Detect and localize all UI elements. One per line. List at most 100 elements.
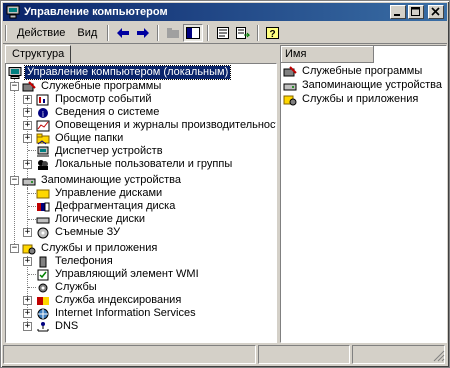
tree-item-logical-drives[interactable]: Логические диски bbox=[36, 213, 147, 226]
status-bar bbox=[3, 345, 447, 364]
tree-item-services-apps[interactable]: Службы и приложения bbox=[22, 242, 159, 255]
tools-icon bbox=[22, 80, 36, 91]
tree-line bbox=[28, 219, 36, 220]
expand-toggle[interactable]: + bbox=[23, 95, 32, 104]
collapse-toggle[interactable]: − bbox=[10, 82, 19, 91]
back-arrow-icon bbox=[117, 28, 130, 38]
expand-toggle[interactable]: + bbox=[23, 134, 32, 143]
tree-line bbox=[28, 287, 36, 288]
logical-drives-icon bbox=[36, 217, 50, 223]
tree-item-defrag[interactable]: Дефрагментация диска bbox=[36, 200, 177, 213]
up-level-button[interactable] bbox=[163, 24, 183, 42]
tree-item-event-viewer[interactable]: Просмотр событий bbox=[36, 93, 154, 106]
tree-item-indexing[interactable]: Служба индексирования bbox=[36, 294, 183, 307]
expand-toggle[interactable]: + bbox=[23, 228, 32, 237]
tree-item-root[interactable]: Управление компьютером (локальным) bbox=[8, 65, 232, 80]
tab-strip: Структура bbox=[3, 45, 276, 64]
tree-pane[interactable]: Управление компьютером (локальным) − Слу… bbox=[5, 63, 277, 343]
details-pane[interactable]: Имя Служебные программы Запоминающие уст… bbox=[280, 45, 447, 343]
status-cell-main bbox=[3, 345, 257, 364]
defrag-icon bbox=[37, 202, 50, 211]
expand-toggle[interactable]: + bbox=[23, 108, 32, 117]
tree-item-wmi[interactable]: Управляющий элемент WMI bbox=[36, 268, 201, 281]
tree-line bbox=[28, 206, 36, 207]
show-hide-tree-button[interactable] bbox=[183, 24, 204, 42]
computer-icon bbox=[8, 66, 22, 79]
tree-item-services[interactable]: Службы bbox=[36, 281, 99, 294]
telephony-icon bbox=[39, 256, 47, 267]
tree-item-shared-folders[interactable]: Общие папки bbox=[36, 132, 125, 145]
close-icon bbox=[431, 7, 440, 16]
dns-icon bbox=[37, 321, 49, 331]
device-manager-icon bbox=[37, 146, 49, 157]
toolbar-separator bbox=[107, 25, 110, 41]
tree-item-dns[interactable]: DNS bbox=[36, 320, 80, 333]
tree-item-telephony[interactable]: Телефония bbox=[36, 255, 115, 268]
iis-globe-icon bbox=[37, 308, 49, 319]
users-group-icon bbox=[38, 159, 48, 170]
show-hide-tree-icon bbox=[186, 27, 201, 39]
tree-item-device-manager[interactable]: Диспетчер устройств bbox=[36, 145, 165, 158]
collapse-toggle[interactable]: − bbox=[10, 176, 19, 185]
tab-tree[interactable]: Структура bbox=[5, 45, 72, 64]
expand-toggle[interactable]: + bbox=[23, 322, 32, 331]
menu-action[interactable]: Действие bbox=[11, 24, 71, 42]
tree-item-storage[interactable]: Запоминающие устройства bbox=[22, 174, 183, 187]
properties-button[interactable] bbox=[213, 24, 233, 42]
properties-icon bbox=[217, 27, 230, 39]
minimize-button[interactable] bbox=[390, 5, 406, 19]
close-button[interactable] bbox=[428, 5, 444, 19]
tree-item-system-info[interactable]: i Сведения о системе bbox=[36, 106, 161, 119]
removable-storage-icon bbox=[37, 227, 49, 238]
status-cell-3 bbox=[351, 345, 445, 364]
column-header-name[interactable]: Имя bbox=[281, 46, 374, 63]
expand-toggle[interactable]: + bbox=[23, 257, 32, 266]
forward-button[interactable] bbox=[133, 24, 153, 42]
export-list-button[interactable] bbox=[233, 24, 253, 42]
services-apps-icon bbox=[283, 95, 297, 105]
system-info-icon: i bbox=[38, 107, 48, 118]
event-viewer-icon bbox=[36, 94, 49, 105]
expand-toggle[interactable]: + bbox=[23, 121, 32, 130]
tree-item-system-tools[interactable]: Служебные программы bbox=[22, 80, 163, 93]
toolbar-separator bbox=[157, 25, 160, 41]
tree-item-local-users[interactable]: Локальные пользователи и группы bbox=[36, 158, 234, 171]
tree-item-performance-logs[interactable]: Оповещения и журналы производительности bbox=[36, 119, 276, 132]
toolbar-separator bbox=[207, 25, 210, 41]
minimize-icon bbox=[394, 14, 400, 16]
storage-icon bbox=[22, 178, 36, 185]
list-item-storage[interactable]: Запоминающие устройства bbox=[283, 79, 444, 92]
maximize-button[interactable] bbox=[408, 5, 424, 19]
tree-item-removable-storage[interactable]: Съемные ЗУ bbox=[36, 226, 122, 239]
tree-item-iis[interactable]: Internet Information Services bbox=[36, 307, 198, 320]
tree-item-disk-management[interactable]: Управление дисками bbox=[36, 187, 164, 200]
tree-line bbox=[28, 150, 36, 151]
indexing-icon bbox=[37, 296, 49, 305]
shared-folder-icon bbox=[36, 133, 50, 144]
export-list-icon bbox=[236, 27, 251, 39]
title-bar[interactable]: Управление компьютером bbox=[3, 3, 447, 21]
help-icon: ? bbox=[266, 27, 280, 39]
expand-toggle[interactable]: + bbox=[23, 309, 32, 318]
window-title: Управление компьютером bbox=[24, 6, 168, 18]
expand-toggle[interactable]: + bbox=[23, 160, 32, 169]
list-item-system-tools[interactable]: Служебные программы bbox=[283, 65, 424, 78]
collapse-toggle[interactable]: − bbox=[10, 244, 19, 253]
toolbar-separator bbox=[257, 25, 260, 41]
main-window: Управление компьютером Действие Вид ? Ст… bbox=[0, 0, 450, 368]
resize-grip-icon[interactable] bbox=[433, 350, 445, 362]
storage-icon bbox=[283, 83, 297, 90]
computer-management-icon bbox=[6, 5, 20, 19]
help-button[interactable]: ? bbox=[263, 24, 283, 42]
forward-arrow-icon bbox=[137, 28, 150, 38]
status-cell-2 bbox=[258, 345, 350, 364]
expand-toggle[interactable]: + bbox=[23, 296, 32, 305]
back-button[interactable] bbox=[113, 24, 133, 42]
services-apps-icon bbox=[22, 244, 36, 254]
wmi-icon bbox=[37, 269, 49, 280]
maximize-icon bbox=[411, 7, 420, 16]
menu-view[interactable]: Вид bbox=[71, 24, 103, 42]
performance-logs-icon bbox=[36, 120, 50, 131]
disk-management-icon bbox=[36, 189, 50, 198]
list-item-services-apps[interactable]: Службы и приложения bbox=[283, 93, 420, 106]
